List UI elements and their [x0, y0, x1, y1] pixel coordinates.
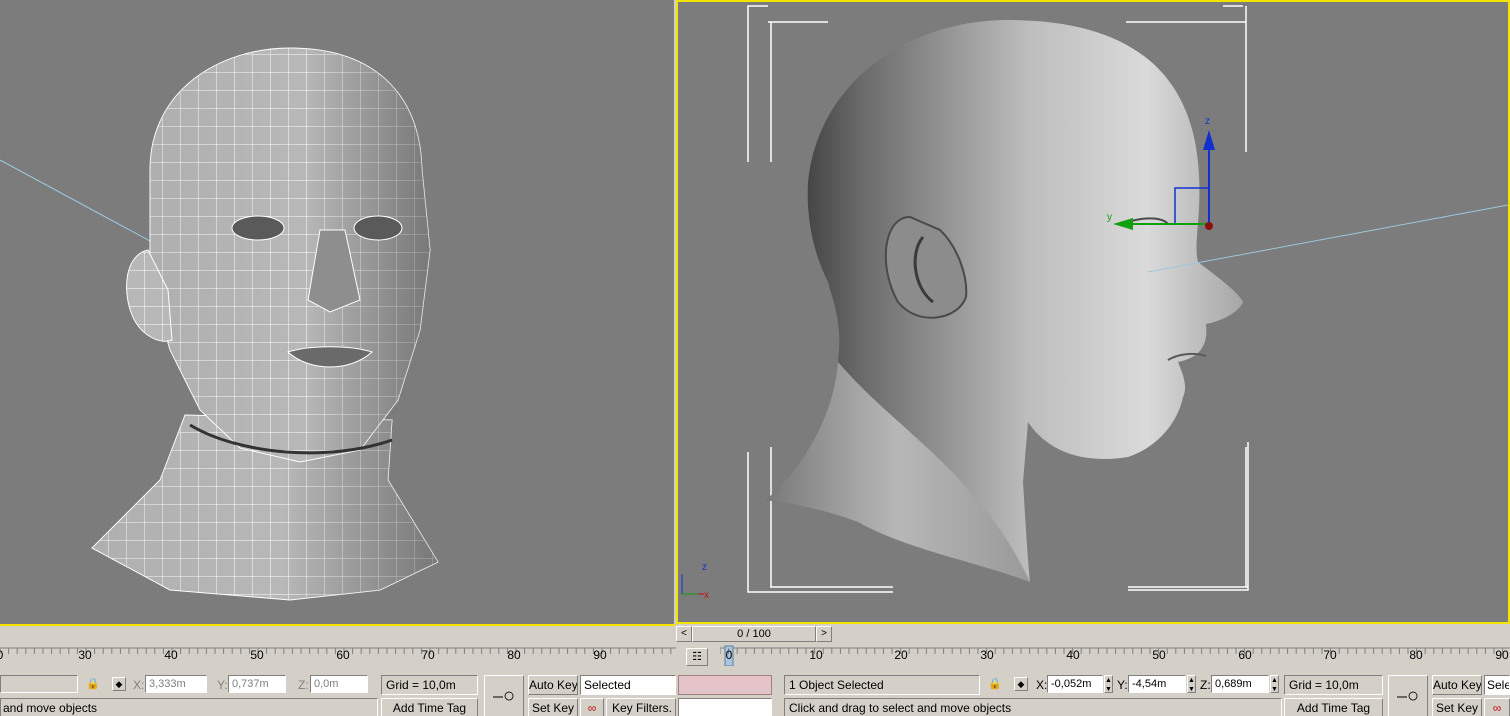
set-key-button[interactable]: Set Key [528, 698, 578, 716]
coord-y-spinner[interactable]: ▲ ▼ [1187, 675, 1196, 693]
coord-z-label: Z: [298, 678, 309, 692]
time-ruler-right[interactable]: 0 10 20 30 40 50 60 70 80 90 [720, 644, 1510, 666]
ruler-label: 50 [1152, 648, 1166, 662]
ruler-label: 20 [894, 648, 908, 662]
ruler-ticks [720, 645, 1510, 666]
ruler-label: 0 [0, 648, 3, 662]
tangent-icon[interactable]: ∞ [580, 698, 604, 716]
camera-target-line [1147, 204, 1508, 273]
key-mode-dropdown[interactable]: Selec [1484, 675, 1510, 695]
tripod-x-label: x [704, 590, 709, 601]
ruler-label: 50 [250, 648, 264, 662]
ruler-label: 90 [593, 648, 607, 662]
ruler-label: 90 [1495, 648, 1509, 662]
viewport-right[interactable]: z y z x [676, 0, 1510, 624]
coord-x-spinner[interactable]: ▲ ▼ [1104, 675, 1113, 693]
coord-z-spinner[interactable]: ▲ ▼ [1270, 675, 1279, 693]
key-filters-button[interactable]: Key Filters. [606, 698, 676, 716]
coord-x-field[interactable]: -0,052m [1047, 675, 1103, 693]
auto-key-button[interactable]: Auto Key [528, 675, 578, 695]
timeline-prev-button[interactable]: < [676, 626, 692, 642]
prompt-line: and move objects [0, 698, 378, 716]
timeline-config-icon[interactable]: ☷ [686, 648, 708, 666]
auto-key-button[interactable]: Auto Key [1432, 675, 1482, 695]
ruler-label: 40 [1066, 648, 1080, 662]
ruler-label-current: 0 [725, 648, 733, 662]
status-panel-left: 0 30 40 50 60 70 80 90 🔒 ◆ X: 3,333m Y: … [0, 624, 676, 716]
axis-tripod-icon: z x [681, 562, 709, 601]
status-panel-right: < 0 / 100 > ☷ 0 10 20 30 40 50 60 70 80 … [676, 624, 1510, 716]
time-ruler-left[interactable]: 0 30 40 50 60 70 80 90 [0, 644, 676, 666]
time-slider[interactable]: 0 / 100 [692, 626, 816, 642]
coord-y-label: Y: [1117, 678, 1128, 692]
ruler-label: 60 [336, 648, 350, 662]
shaded-head-render: z y z x [681, 5, 1508, 601]
ruler-label: 10 [809, 648, 823, 662]
ruler-label: 80 [507, 648, 521, 662]
set-key-button[interactable]: Set Key [1432, 698, 1482, 716]
maxscript-input-field[interactable] [678, 698, 772, 716]
coord-y-field[interactable]: 0,737m [228, 675, 286, 693]
add-time-tag-button[interactable]: Add Time Tag [381, 698, 478, 716]
coord-z-field[interactable]: 0,0m [310, 675, 368, 693]
ruler-label: 80 [1409, 648, 1423, 662]
absolute-mode-icon[interactable]: ◆ [112, 677, 126, 691]
coord-x-label: X: [1036, 678, 1048, 692]
coord-x-field[interactable]: 3,333m [145, 675, 207, 693]
gizmo-z-label: z [1205, 116, 1210, 127]
prompt-line: Click and drag to select and move object… [784, 698, 1282, 716]
wireframe-head-render [0, 47, 439, 601]
gizmo-y-label: y [1107, 212, 1112, 223]
viewport-left[interactable] [0, 0, 674, 624]
absolute-mode-icon[interactable]: ◆ [1014, 677, 1028, 691]
coord-z-label: Z: [1200, 678, 1211, 692]
timeline-next-button[interactable]: > [816, 626, 832, 642]
selection-info-field [0, 675, 78, 693]
tripod-z-label: z [702, 562, 707, 573]
key-icon[interactable]: ⎯○ [484, 675, 524, 716]
grid-size-display: Grid = 10,0m [381, 675, 478, 695]
coord-x-label: X: [133, 678, 145, 692]
lock-icon[interactable]: 🔒 [86, 677, 100, 691]
ruler-label: 60 [1238, 648, 1252, 662]
ruler-label: 30 [980, 648, 994, 662]
maxscript-listener-field[interactable] [678, 675, 772, 695]
selection-count-display: 1 Object Selected [784, 675, 980, 695]
coord-y-label: Y: [217, 678, 228, 692]
grid-size-display: Grid = 10,0m [1284, 675, 1383, 695]
shaded-head[interactable] [766, 20, 1243, 582]
ruler-label: 70 [421, 648, 435, 662]
tangent-icon[interactable]: ∞ [1484, 698, 1510, 716]
ruler-label: 30 [78, 648, 92, 662]
app-window: z y z x 0 30 40 50 60 70 80 90 [0, 0, 1510, 716]
wireframe-head[interactable] [91, 47, 439, 601]
lock-icon[interactable]: 🔒 [988, 677, 1002, 691]
ruler-label: 40 [164, 648, 178, 662]
coord-y-field[interactable]: -4,54m [1128, 675, 1186, 693]
add-time-tag-button[interactable]: Add Time Tag [1284, 698, 1383, 716]
ruler-label: 70 [1323, 648, 1337, 662]
key-mode-dropdown[interactable]: Selected [580, 675, 676, 695]
key-icon[interactable]: ⎯○ [1388, 675, 1428, 716]
coord-z-field[interactable]: 0,689m [1211, 675, 1269, 693]
